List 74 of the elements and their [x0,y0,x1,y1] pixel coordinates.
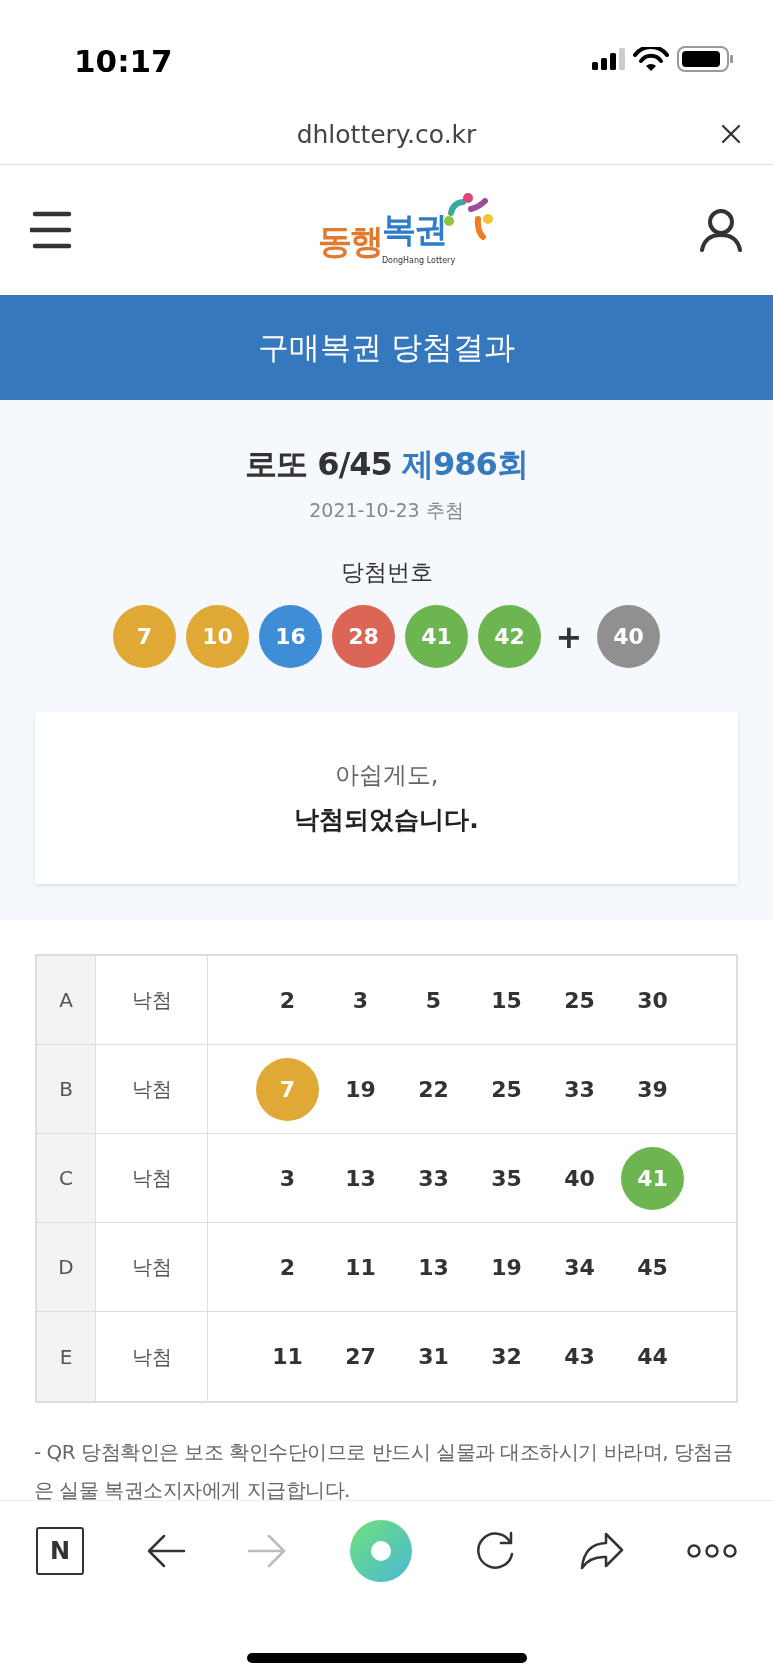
ticket-number: 43 [563,1343,596,1371]
draw-date: 2021-10-23 추첨 [308,498,465,523]
ticket-number: 19 [490,1253,523,1282]
number-ball: 10 [186,605,249,668]
matched-number-ball: 7 [256,1057,319,1121]
ticket-number: 33 [417,1164,450,1193]
game-letter: D [58,1254,74,1281]
close-icon[interactable] [721,124,741,144]
reload-icon [474,1530,516,1572]
logo-text: 동행 [317,220,382,261]
ticket-number: 19 [344,1075,377,1104]
ticket-number: 15 [490,986,523,1015]
ticket-number: 31 [417,1343,450,1371]
ticket-number: 2 [278,986,297,1015]
logo-subtitle: DongHang Lottery [381,256,456,267]
page-title: 구매복권 당첨결과 [257,328,516,368]
ticket-number: 13 [344,1164,377,1193]
status-text: 낙첨 [131,1165,172,1192]
ticket-number: 32 [490,1343,523,1371]
wifi-icon [633,46,669,72]
number-ball: 41 [405,605,468,668]
ticket-number: 3 [351,986,370,1015]
reload-button[interactable] [474,1530,516,1572]
ticket-number: 27 [344,1343,377,1371]
ticket-number: 44 [636,1343,669,1371]
status-time: 10:17 [74,42,173,81]
ticket-number: 30 [636,986,669,1015]
account-button[interactable] [699,208,743,252]
bonus-ball: 40 [597,605,660,668]
more-button[interactable] [687,1544,737,1558]
number-ball: 28 [332,605,395,668]
game-letter: B [59,1076,73,1103]
result-message: 낙첨되었습니다. [294,804,479,837]
ticket-number: 5 [424,986,443,1015]
status-text: 낙첨 [131,987,172,1014]
ticket-number: 33 [563,1075,596,1104]
status-text: 낙첨 [131,1076,172,1103]
menu-button[interactable] [30,211,72,249]
ticket-number: 13 [417,1253,450,1282]
ticket-number: 39 [636,1075,669,1104]
naver-button[interactable]: N [36,1527,84,1575]
ticket-number: 2 [278,1253,297,1282]
logo-text: 복권 [381,208,447,249]
ticket-number: 11 [344,1253,377,1282]
draw-title: 로또 6/45 제986회 [244,444,529,485]
status-text: 낙첨 [131,1343,172,1371]
matched-number-ball: 41 [621,1146,684,1210]
number-ball: 42 [478,605,541,668]
address-text: dhlottery.co.kr [296,118,477,151]
ring-icon [348,1519,413,1583]
ticket-number: 11 [271,1343,304,1371]
ticket-number: 40 [563,1164,596,1193]
ticket-number: 34 [563,1253,596,1282]
plus-sign: + [554,616,584,658]
number-ball: 16 [259,605,322,668]
game-letter: C [59,1165,73,1192]
ticket-number: 25 [490,1075,523,1104]
ticket-number: 22 [417,1075,450,1104]
result-message: 아쉽게도, [334,760,439,792]
status-text: 낙첨 [131,1254,172,1281]
number-ball: 7 [113,605,176,668]
game-letter: A [59,987,73,1014]
menu-icon [30,211,72,249]
game-letter: E [59,1343,73,1371]
ticket-number: 25 [563,986,596,1015]
battery-icon [677,46,733,72]
more-icon [687,1544,737,1558]
section-label: 당첨번호 [340,558,433,585]
ticket-number: 35 [490,1164,523,1193]
signal-icon [592,48,625,70]
notice-text: - QR 당첨확인은 보조 확인수단이므로 반드시 실물과 대조하시기 바라며, 당첨금은 실물 복권소지자에게 지급합니다. [34,1439,734,1504]
ticket-number: 45 [636,1253,669,1282]
user-icon [699,208,743,252]
ticket-number: 3 [278,1164,297,1193]
